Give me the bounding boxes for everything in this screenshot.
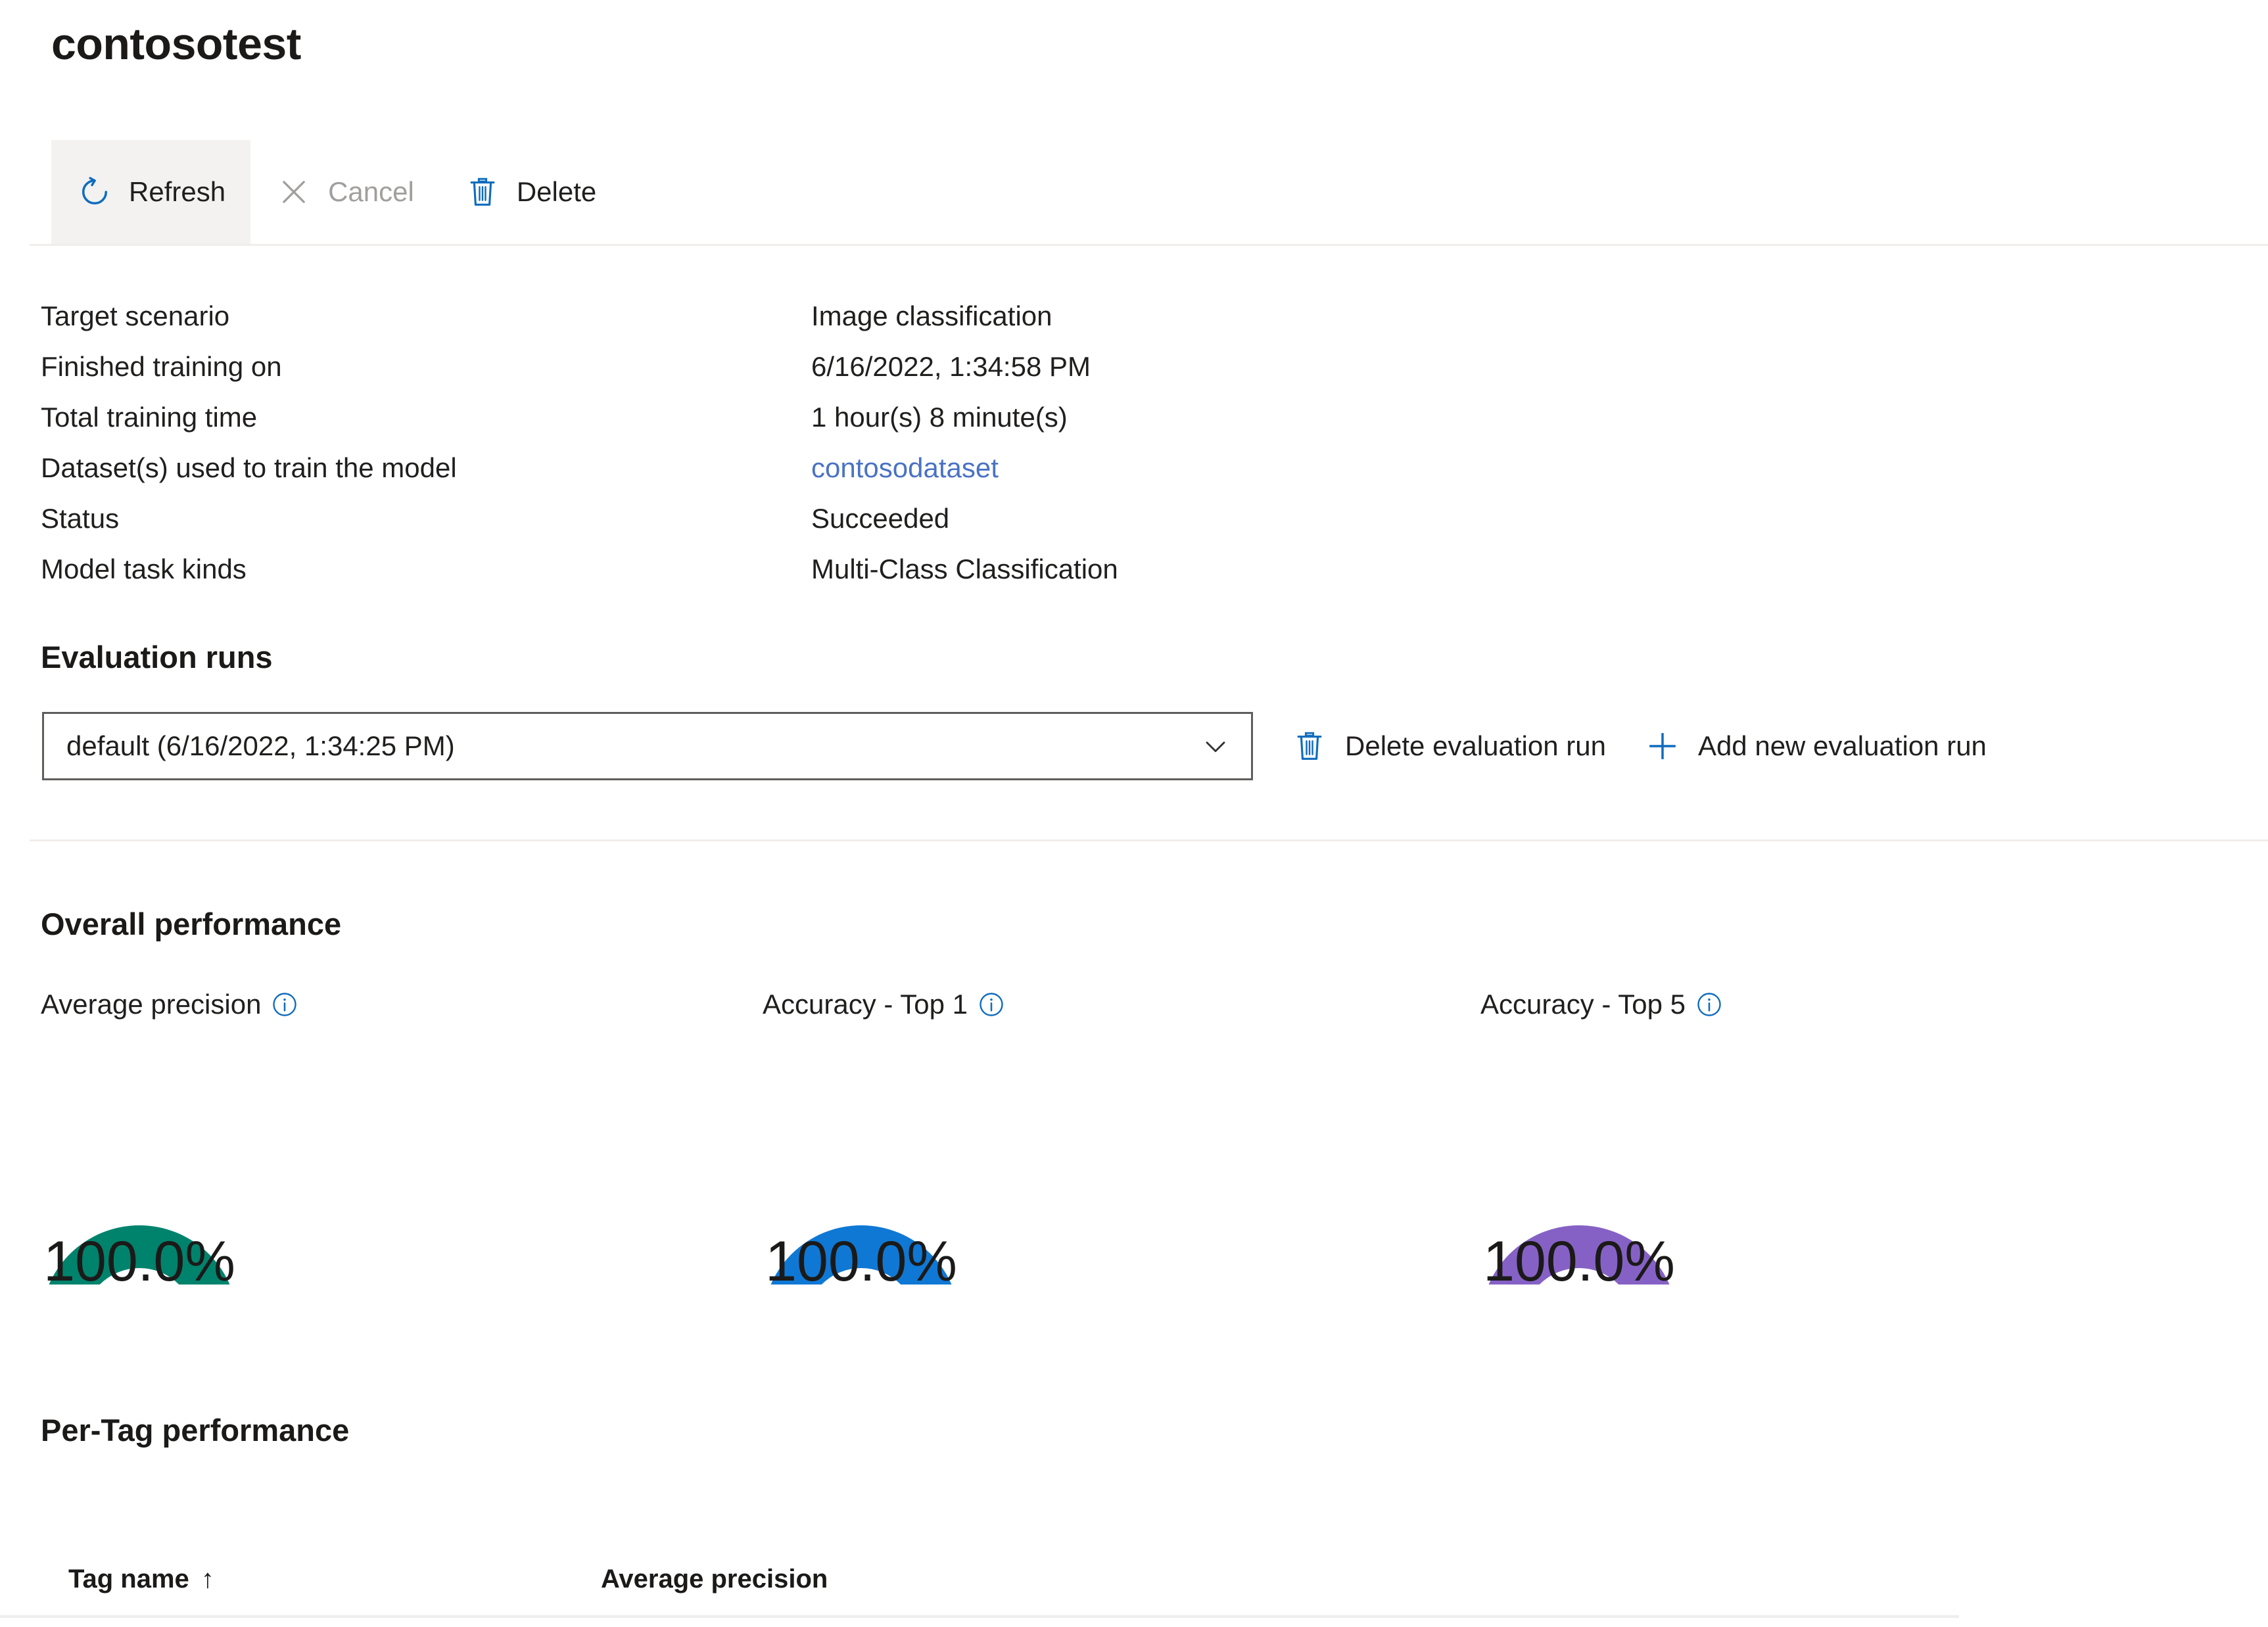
gauge-label-text: Accuracy - Top 5 [1480, 989, 1686, 1020]
detail-row: Finished training on 6/16/2022, 1:34:58 … [41, 341, 1118, 392]
gauge-accuracy-top-1: Accuracy - Top 1 100.0% [763, 985, 1006, 1285]
page-title: contosotest [51, 19, 301, 69]
detail-value: Multi-Class Classification [811, 554, 1118, 584]
info-icon[interactable] [270, 990, 299, 1019]
info-icon[interactable] [1695, 990, 1724, 1019]
evaluation-runs-row: default (6/16/2022, 1:34:25 PM) Delete e… [0, 712, 1987, 780]
detail-key: Status [41, 503, 120, 534]
add-evaluation-run-button[interactable]: Add new evaluation run [1644, 728, 1987, 765]
gauge-arc: 100.0% [1480, 1061, 1678, 1285]
delete-evaluation-run-label: Delete evaluation run [1345, 730, 1606, 761]
detail-key: Model task kinds [41, 554, 247, 584]
detail-row: Total training time 1 hour(s) 8 minute(s… [41, 392, 1118, 442]
detail-value: 1 hour(s) 8 minute(s) [811, 402, 1068, 433]
detail-row: Dataset(s) used to train the model conto… [41, 442, 1118, 493]
column-header-tag-name-label: Tag name [68, 1565, 189, 1593]
divider-toolbar [30, 244, 2268, 246]
delete-evaluation-run-button[interactable]: Delete evaluation run [1291, 728, 1606, 765]
gauge-label: Accuracy - Top 5 [1480, 985, 1724, 1024]
gauge-value: 100.0% [1483, 1230, 1675, 1285]
cancel-button: Cancel [250, 140, 439, 244]
sort-ascending-icon: ↑ [201, 1565, 214, 1593]
gauge-label: Average precision [41, 985, 299, 1024]
evaluation-run-select-value: default (6/16/2022, 1:34:25 PM) [66, 730, 455, 761]
detail-key: Dataset(s) used to train the model [41, 452, 457, 483]
overall-performance-gauges: Average precision 100.0% Accuracy - Top … [0, 985, 2268, 1294]
plus-icon [1644, 728, 1681, 765]
gauge-value: 100.0% [43, 1230, 235, 1285]
table-header-row: Tag name ↑ Average precision [0, 1565, 2268, 1614]
gauge-label: Accuracy - Top 1 [763, 985, 1006, 1024]
detail-row: Status Succeeded [41, 493, 1118, 544]
status-value: Succeeded [811, 503, 950, 534]
cancel-button-label: Cancel [328, 176, 414, 207]
per-tag-performance-table: Tag name ↑ Average precision [0, 1565, 2268, 1618]
gauge-average-precision: Average precision 100.0% [41, 985, 299, 1285]
detail-value: Image classification [811, 300, 1052, 331]
refresh-button-label: Refresh [129, 176, 226, 207]
chevron-down-icon [1198, 729, 1233, 763]
overall-performance-heading: Overall performance [41, 907, 342, 941]
table-header-underline [0, 1615, 1959, 1618]
info-icon[interactable] [977, 990, 1006, 1019]
detail-key: Finished training on [41, 351, 282, 382]
gauge-arc: 100.0% [41, 1061, 238, 1285]
gauge-label-text: Accuracy - Top 1 [763, 989, 968, 1020]
column-header-tag-name[interactable]: Tag name ↑ [68, 1565, 601, 1594]
evaluation-runs-heading: Evaluation runs [41, 640, 273, 674]
dataset-link[interactable]: contosodataset [811, 442, 999, 493]
detail-key: Total training time [41, 402, 258, 433]
column-header-average-precision[interactable]: Average precision [601, 1565, 828, 1594]
column-header-average-precision-label: Average precision [601, 1565, 828, 1593]
model-details-list: Target scenario Image classification Fin… [41, 291, 1118, 594]
divider-performance [30, 839, 2268, 841]
gauge-label-text: Average precision [41, 989, 262, 1020]
detail-key: Target scenario [41, 300, 230, 331]
add-evaluation-run-label: Add new evaluation run [1697, 730, 1987, 761]
gauge-accuracy-top-5: Accuracy - Top 5 100.0% [1480, 985, 1724, 1285]
gauge-value: 100.0% [765, 1230, 957, 1285]
model-detail-page: contosotest Refresh Cancel Delete Target… [0, 0, 2268, 1627]
detail-row: Target scenario Image classification [41, 291, 1118, 341]
detail-row: Model task kinds Multi-Class Classificat… [41, 544, 1118, 594]
refresh-icon [76, 174, 113, 210]
close-icon [275, 174, 312, 210]
refresh-button[interactable]: Refresh [51, 140, 251, 244]
gauge-arc: 100.0% [763, 1061, 960, 1285]
trash-icon [1291, 728, 1328, 765]
detail-value: 6/16/2022, 1:34:58 PM [811, 351, 1091, 382]
delete-button[interactable]: Delete [439, 140, 621, 244]
command-bar: Refresh Cancel Delete [0, 140, 2268, 244]
trash-icon [464, 174, 501, 210]
delete-button-label: Delete [516, 176, 597, 207]
per-tag-performance-heading: Per-Tag performance [41, 1413, 350, 1448]
evaluation-run-select[interactable]: default (6/16/2022, 1:34:25 PM) [42, 712, 1253, 780]
